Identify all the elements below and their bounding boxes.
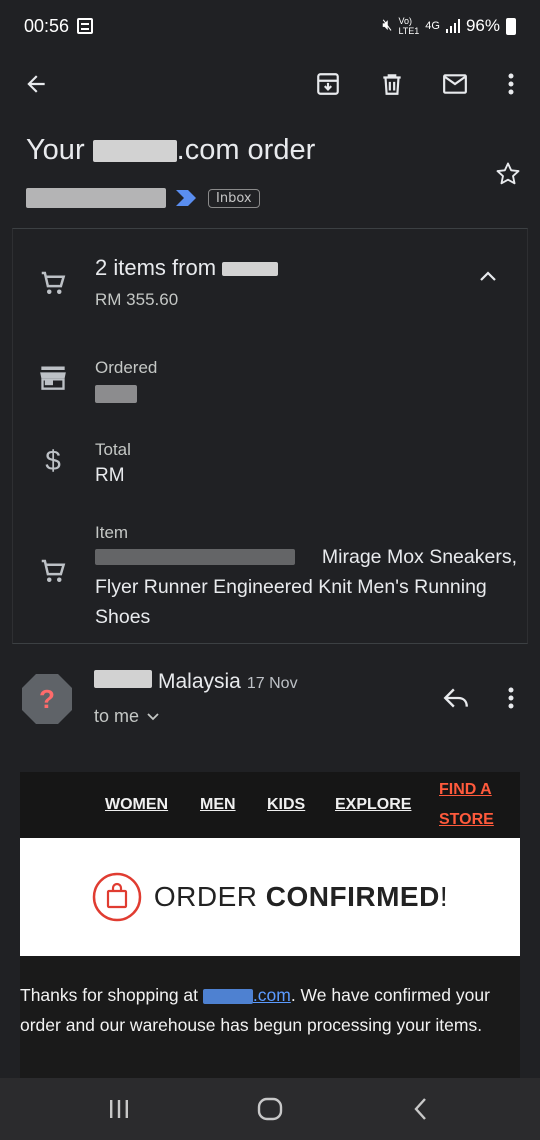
sender-avatar[interactable]: ? xyxy=(20,672,74,726)
message-date: 17 Nov xyxy=(246,675,298,692)
network-type: 4G xyxy=(425,20,440,32)
find-store-line1: FIND A xyxy=(439,781,492,798)
system-nav-bar xyxy=(0,1078,540,1140)
lte-label: LTE1 xyxy=(398,26,420,36)
items-title: 2 items from xyxy=(95,253,507,283)
avatar-glyph: ? xyxy=(39,684,55,714)
recipient-toggle[interactable]: to me xyxy=(94,706,159,727)
item-name-line2: Flyer Runner Engineered Knit Men's Runni… xyxy=(95,576,487,598)
redacted-text xyxy=(222,262,279,277)
battery-icon xyxy=(506,17,516,35)
redacted-text xyxy=(94,670,152,688)
banner-bold: CONFIRMED xyxy=(265,881,440,912)
back-icon[interactable] xyxy=(403,1091,439,1127)
volte-indicator: Vo) LTE1 xyxy=(398,16,419,36)
redacted-text xyxy=(92,140,177,163)
more-vert-icon[interactable] xyxy=(489,62,533,106)
redacted-text xyxy=(202,988,253,1004)
email-nav-bar: WOMEN MEN KIDS EXPLORE FIND A STORE xyxy=(20,772,520,838)
cart-icon xyxy=(35,553,71,589)
find-store-link[interactable]: FIND A STORE xyxy=(439,775,494,835)
inbox-label[interactable]: Inbox xyxy=(208,188,260,208)
order-summary-card: 2 items from RM 355.60 Ordered $ Total R… xyxy=(12,228,528,644)
nav-explore-link[interactable]: EXPLORE xyxy=(335,796,411,814)
status-bar: 00:56 🔇︎ Vo) LTE1 4G 96% xyxy=(0,0,540,52)
message-more-icon[interactable] xyxy=(489,676,533,720)
store-icon xyxy=(35,359,71,395)
items-price: RM 355.60 xyxy=(95,290,179,309)
mute-icon: 🔇︎ xyxy=(382,17,393,34)
find-store-line2: STORE xyxy=(439,811,494,828)
redacted-text xyxy=(26,188,166,208)
chevron-down-icon xyxy=(147,712,159,720)
item-name-line1: Mirage Mox Sneakers, xyxy=(321,546,517,568)
back-arrow-icon[interactable] xyxy=(14,62,58,106)
subject-prefix: Your xyxy=(26,134,93,166)
label-row: Inbox xyxy=(26,188,260,208)
banner-light: ORDER xyxy=(153,881,266,912)
banner-title: ORDER CONFIRMED! xyxy=(154,881,448,913)
redacted-text xyxy=(95,549,295,565)
volte-label: Vo) xyxy=(398,16,412,26)
star-outline-icon[interactable] xyxy=(494,160,522,193)
dollar-icon: $ xyxy=(45,445,61,476)
order-confirmed-banner: ORDER CONFIRMED! xyxy=(20,838,520,956)
nav-kids-link[interactable]: KIDS xyxy=(267,796,305,814)
mail-icon[interactable] xyxy=(433,62,477,106)
recent-apps-icon[interactable] xyxy=(101,1091,137,1127)
trash-icon[interactable] xyxy=(370,62,414,106)
email-subject: Your .com order xyxy=(26,134,315,167)
sender-line: Malaysia 17 Nov xyxy=(94,670,298,694)
battery-percent: 96% xyxy=(465,16,500,35)
to-me-label: to me xyxy=(94,706,140,726)
chevron-up-icon[interactable] xyxy=(479,269,497,287)
important-marker-icon xyxy=(176,190,196,206)
subject-suffix: .com order xyxy=(176,134,316,166)
nav-women-link[interactable]: WOMEN xyxy=(105,796,168,814)
home-icon[interactable] xyxy=(252,1091,288,1127)
item-name: Mirage Mox Sneakers, Flyer Runner Engine… xyxy=(95,542,517,632)
ordered-value xyxy=(95,379,507,409)
cart-icon xyxy=(35,265,71,301)
status-time: 00:56 xyxy=(24,15,70,36)
banner-end: ! xyxy=(439,881,449,912)
body-intro: Thanks for shopping at xyxy=(20,985,203,1005)
nav-men-link[interactable]: MEN xyxy=(200,796,236,814)
redacted-text xyxy=(95,384,137,403)
shop-link[interactable]: .com xyxy=(253,985,291,1005)
items-title-text: 2 items from xyxy=(95,255,217,280)
reply-icon[interactable] xyxy=(434,676,478,720)
archive-icon[interactable] xyxy=(306,62,350,106)
item-name-line3: Shoes xyxy=(95,606,151,628)
signal-icon xyxy=(445,19,460,33)
shopping-bag-icon xyxy=(92,872,142,922)
total-value: RM xyxy=(95,465,125,486)
email-body-text: Thanks for shopping at .com. We have con… xyxy=(20,980,510,1040)
status-icons: 🔇︎ Vo) LTE1 4G 96% xyxy=(382,16,516,36)
sender-name: Malaysia xyxy=(158,670,241,693)
app-bar xyxy=(0,52,540,116)
notification-icon xyxy=(77,18,94,34)
